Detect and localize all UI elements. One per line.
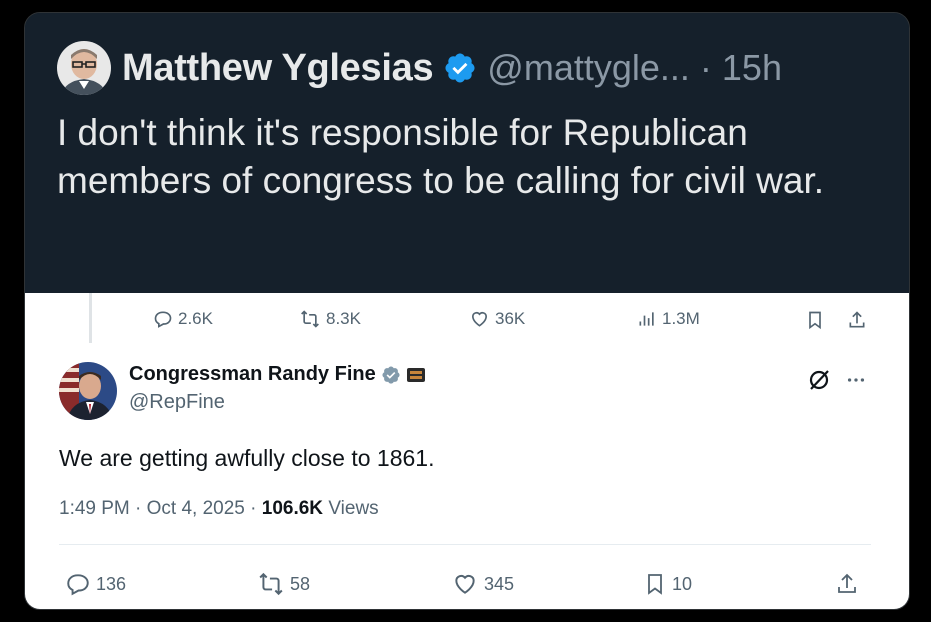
divider xyxy=(59,544,871,545)
views-count: 1.3M xyxy=(662,309,700,328)
embedded-action-bar: 136 58 345 10 xyxy=(25,565,909,601)
bookmark-button[interactable]: 10 xyxy=(643,571,692,597)
more-icon[interactable] xyxy=(845,369,867,391)
embedded-tweet[interactable]: 2.6K 8.3K 36K 1.3M Congressman Randy Fin… xyxy=(25,293,909,609)
embedded-author-handle[interactable]: @RepFine xyxy=(129,391,225,414)
quote-author-name[interactable]: Matthew Yglesias xyxy=(122,47,434,90)
like-count: 36K xyxy=(495,309,526,328)
bookmark-icon xyxy=(648,574,662,595)
like-count: 345 xyxy=(484,573,515,594)
like-icon xyxy=(471,311,488,327)
share-icon xyxy=(849,311,865,328)
quote-tweet-header: Matthew Yglesias @mattygle... · 15h xyxy=(57,41,782,95)
repost-icon xyxy=(259,572,283,596)
like-button[interactable]: 345 xyxy=(451,571,514,597)
bookmark-icon xyxy=(809,311,821,330)
like-button[interactable]: 36K xyxy=(469,309,525,329)
bookmark-button[interactable] xyxy=(805,309,825,331)
quote-tweet-text: I don't think it's responsible for Repub… xyxy=(57,112,825,201)
share-button[interactable] xyxy=(847,309,867,331)
repost-count: 8.3K xyxy=(326,309,361,328)
grok-icon[interactable] xyxy=(807,368,831,392)
quote-time[interactable]: · 15h xyxy=(700,47,782,89)
avatar[interactable] xyxy=(59,362,117,420)
views-count: 106.6K xyxy=(261,498,324,519)
reply-count: 2.6K xyxy=(178,309,213,328)
congress-badge-icon xyxy=(406,367,425,382)
views-label: Views xyxy=(323,498,379,519)
repost-button[interactable]: 8.3K xyxy=(299,309,361,329)
thread-line xyxy=(89,293,92,343)
separator: · xyxy=(699,47,712,88)
share-icon xyxy=(838,573,856,593)
embedded-tweet-text: We are getting awfully close to 1861. xyxy=(59,445,435,471)
tweet-timestamp[interactable]: 1:49 PM · Oct 4, 2025 · xyxy=(59,498,262,519)
embedded-author-name[interactable]: Congressman Randy Fine xyxy=(129,363,376,386)
avatar[interactable] xyxy=(57,41,111,95)
repost-icon xyxy=(301,310,319,328)
repost-count: 58 xyxy=(290,573,311,594)
reply-button[interactable]: 136 xyxy=(65,571,126,597)
reply-count: 136 xyxy=(96,573,127,594)
share-button[interactable] xyxy=(835,571,859,597)
views-icon xyxy=(639,312,654,326)
verified-badge-icon xyxy=(382,365,400,384)
verified-badge-icon xyxy=(445,53,475,83)
views-button[interactable]: 1.3M xyxy=(637,309,700,329)
timestamp: 15h xyxy=(721,47,782,88)
embedded-author-row: Congressman Randy Fine xyxy=(129,363,425,386)
reply-icon xyxy=(67,574,89,596)
parent-action-bar: 2.6K 8.3K 36K 1.3M xyxy=(129,303,889,335)
reply-button[interactable]: 2.6K xyxy=(153,309,213,329)
repost-button[interactable]: 58 xyxy=(257,571,310,597)
like-icon xyxy=(455,574,475,594)
quote-author-handle[interactable]: @mattygle... xyxy=(487,47,690,89)
tweet-card: Matthew Yglesias @mattygle... · 15h I do… xyxy=(24,12,910,610)
reply-icon xyxy=(154,311,172,328)
quote-tweet[interactable]: Matthew Yglesias @mattygle... · 15h I do… xyxy=(25,13,909,293)
bookmark-count: 10 xyxy=(672,573,693,594)
tweet-meta: 1:49 PM · Oct 4, 2025 · 106.6K Views xyxy=(59,498,379,520)
